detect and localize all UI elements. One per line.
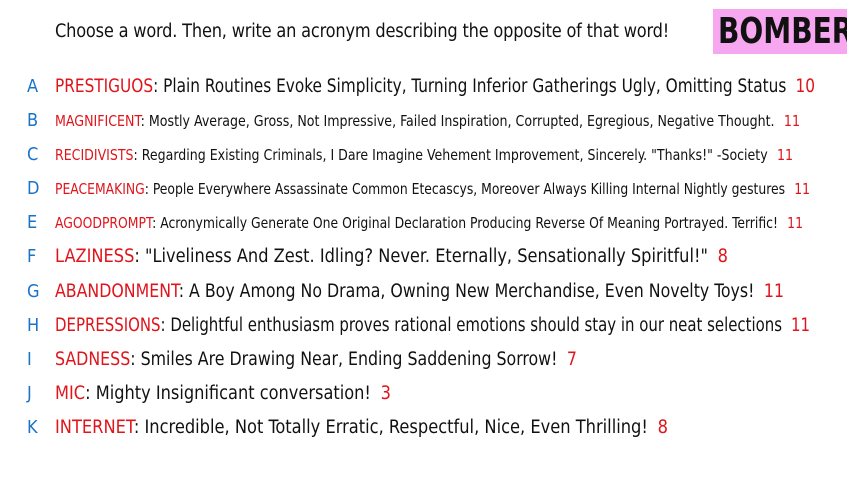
entry-score: 11 <box>776 146 793 164</box>
entry-line: MAGNIFICENT: Mostly Average, Gross, Not … <box>55 107 800 135</box>
entry-line: AGOODPROMPT: Acronymically Generate One … <box>55 209 803 237</box>
entry-line: DEPRESSIONS: Delightful enthusiasm prove… <box>55 312 810 340</box>
entry-line: SADNESS: Smiles Are Drawing Near, Ending… <box>55 346 577 374</box>
entry-colon: : <box>178 281 190 302</box>
entry-line: INTERNET: Incredible, Not Totally Errati… <box>55 414 668 442</box>
entry-score: 11 <box>794 180 811 198</box>
bomber-badge-label: BOMBER <box>718 11 847 52</box>
entry-letter: F <box>27 246 37 267</box>
entry-acronym: Regarding Existing Criminals, I Dare Ima… <box>141 146 768 164</box>
entry-acronym: Mighty Insignificant conversation! <box>95 383 371 404</box>
prompt-text: Choose a word. Then, write an acronym de… <box>55 21 670 42</box>
entry-letter: J <box>27 383 32 404</box>
entry-colon: : <box>134 246 145 267</box>
entry-letter: B <box>27 110 39 131</box>
entry-colon: : <box>160 315 171 336</box>
entry-acronym: People Everywhere Assassinate Common Ete… <box>152 180 786 198</box>
entry-letter: H <box>27 315 40 336</box>
entry-row-k: K INTERNET: Incredible, Not Totally Errat… <box>0 414 853 442</box>
entry-letter: D <box>27 178 40 199</box>
entry-row-g: G ABANDONMENT: A Boy Among No Drama, Owni… <box>0 278 853 306</box>
entry-acronym: Plain Routines Evoke Simplicity, Turning… <box>163 76 787 97</box>
entry-row-b: B MAGNIFICENT: Mostly Average, Gross, Not… <box>0 107 853 135</box>
entry-acronym: Smiles Are Drawing Near, Ending Saddenin… <box>140 349 558 370</box>
entry-acronym: Incredible, Not Totally Erratic, Respect… <box>144 417 648 438</box>
entry-row-a: A PRESTIGUOS: Plain Routines Evoke Simpli… <box>0 73 853 101</box>
entry-score: 7 <box>566 349 577 370</box>
entry-line: PRESTIGUOS: Plain Routines Evoke Simplic… <box>55 73 815 101</box>
entry-acronym: "Liveliness And Zest. Idling? Never. Ete… <box>144 246 708 267</box>
entry-letter: K <box>27 417 38 438</box>
entry-score: 11 <box>787 214 803 232</box>
entry-word: ABANDONMENT <box>55 281 179 302</box>
entry-colon: : <box>130 349 141 370</box>
entry-row-c: C RECIDIVISTS: Regarding Existing Crimina… <box>0 141 853 169</box>
entry-row-j: J MIC: Mighty Insignificant conversation!… <box>0 380 853 408</box>
entry-row-f: F LAZINESS: "Liveliness And Zest. Idling?… <box>0 243 853 271</box>
entry-row-e: E AGOODPROMPT: Acronymically Generate One… <box>0 209 853 237</box>
entry-word: INTERNET <box>55 417 134 438</box>
entry-word: RECIDIVISTS <box>55 146 134 164</box>
entry-letter: I <box>27 349 32 370</box>
entry-word: DEPRESSIONS <box>55 315 161 336</box>
entry-colon: : <box>85 383 96 404</box>
entry-letter: C <box>27 144 39 165</box>
entry-score: 11 <box>783 112 800 130</box>
entry-score: 8 <box>657 417 669 438</box>
entry-colon: : <box>153 76 164 97</box>
entry-word: PRESTIGUOS <box>55 76 154 97</box>
entry-word: AGOODPROMPT <box>55 214 153 232</box>
entry-word: MIC <box>55 383 86 404</box>
bomber-badge: BOMBER <box>713 9 847 54</box>
entry-acronym: Acronymically Generate One Original Decl… <box>160 214 778 232</box>
entry-score: 3 <box>380 383 391 404</box>
entry-word: SADNESS <box>55 349 131 370</box>
entry-word: MAGNIFICENT <box>55 112 141 130</box>
entry-acronym: A Boy Among No Drama, Owning New Merchan… <box>189 281 755 302</box>
entry-letter: A <box>27 76 39 97</box>
entry-line: PEACEMAKING: People Everywhere Assassina… <box>55 175 810 203</box>
entry-score: 11 <box>791 315 811 336</box>
entry-letter: G <box>27 281 40 302</box>
entry-line: MIC: Mighty Insignificant conversation! 3 <box>55 380 391 408</box>
entry-row-d: D PEACEMAKING: People Everywhere Assassin… <box>0 175 853 203</box>
entry-colon: : <box>133 417 145 438</box>
entry-word: LAZINESS <box>55 246 135 267</box>
entry-row-i: I SADNESS: Smiles Are Drawing Near, Endin… <box>0 346 853 374</box>
entry-colon: : <box>133 146 142 164</box>
entry-line: RECIDIVISTS: Regarding Existing Criminal… <box>55 141 793 169</box>
entry-word: PEACEMAKING <box>55 180 145 198</box>
entry-colon: : <box>144 180 153 198</box>
entry-acronym: Delightful enthusiasm proves rational em… <box>170 315 783 336</box>
entry-score: 10 <box>795 76 816 97</box>
entry-row-h: H DEPRESSIONS: Delightful enthusiasm prov… <box>0 312 853 340</box>
entry-line: LAZINESS: "Liveliness And Zest. Idling? … <box>55 243 728 271</box>
entry-line: ABANDONMENT: A Boy Among No Drama, Ownin… <box>55 278 784 306</box>
entry-letter: E <box>27 212 38 233</box>
entry-score: 11 <box>763 281 785 302</box>
entry-acronym: Mostly Average, Gross, Not Impressive, F… <box>148 112 775 130</box>
entry-score: 8 <box>717 246 728 267</box>
